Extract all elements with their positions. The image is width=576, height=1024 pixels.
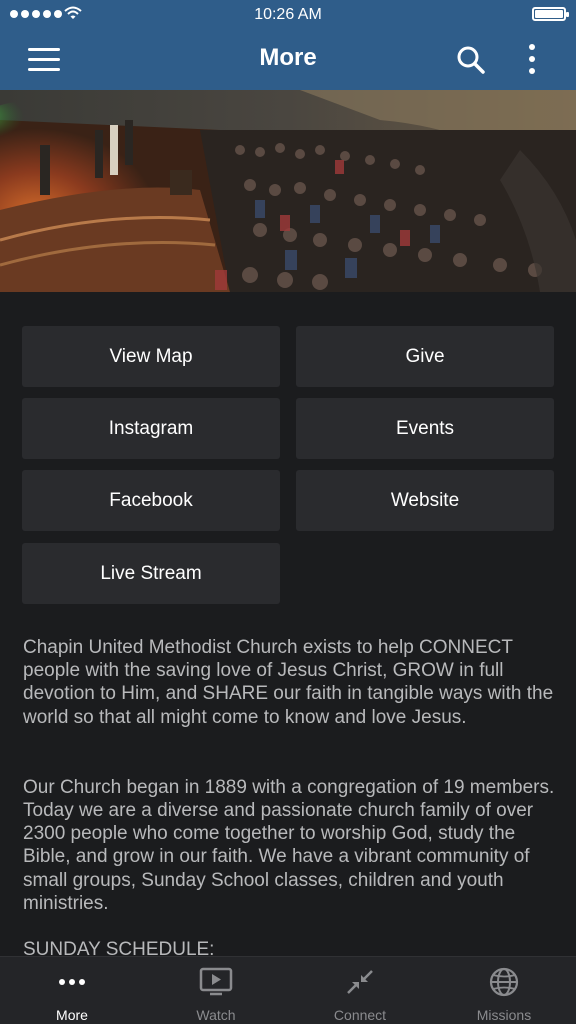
tab-missions[interactable]: Missions xyxy=(432,957,576,1024)
more-dots-icon xyxy=(59,979,85,985)
globe-icon xyxy=(489,967,519,997)
battery-icon xyxy=(532,7,569,21)
tab-connect-label: Connect xyxy=(333,1007,387,1023)
tab-more[interactable]: More xyxy=(0,957,144,1024)
search-icon[interactable] xyxy=(456,45,486,75)
website-button[interactable]: Website xyxy=(296,470,554,531)
status-bar: 10:26 AM xyxy=(0,0,576,30)
tab-bar: More Watch Connect Missions xyxy=(0,956,576,1024)
view-map-button[interactable]: View Map xyxy=(22,326,280,387)
instagram-button[interactable]: Instagram xyxy=(22,398,280,459)
connect-arrows-icon xyxy=(347,970,373,994)
live-stream-button[interactable]: Live Stream xyxy=(22,543,280,604)
nav-bar: More xyxy=(0,30,576,90)
give-button[interactable]: Give xyxy=(296,326,554,387)
tab-watch[interactable]: Watch xyxy=(144,957,288,1024)
about-section: Chapin United Methodist Church exists to… xyxy=(23,636,559,961)
app-header: 10:26 AM More xyxy=(0,0,576,90)
status-time: 10:26 AM xyxy=(254,6,322,23)
church-history: Our Church began in 1889 with a congrega… xyxy=(23,776,555,914)
play-screen-icon xyxy=(199,967,233,996)
page-title: More xyxy=(259,44,317,71)
events-button[interactable]: Events xyxy=(296,398,554,459)
facebook-button[interactable]: Facebook xyxy=(22,470,280,531)
tab-more-label: More xyxy=(56,1007,88,1023)
mission-statement: Chapin United Methodist Church exists to… xyxy=(23,637,554,728)
tab-watch-label: Watch xyxy=(196,1007,236,1023)
hero-image xyxy=(0,90,576,292)
tab-missions-label: Missions xyxy=(476,1007,532,1023)
overflow-menu-icon[interactable] xyxy=(524,44,540,76)
tab-connect[interactable]: Connect xyxy=(288,957,432,1024)
